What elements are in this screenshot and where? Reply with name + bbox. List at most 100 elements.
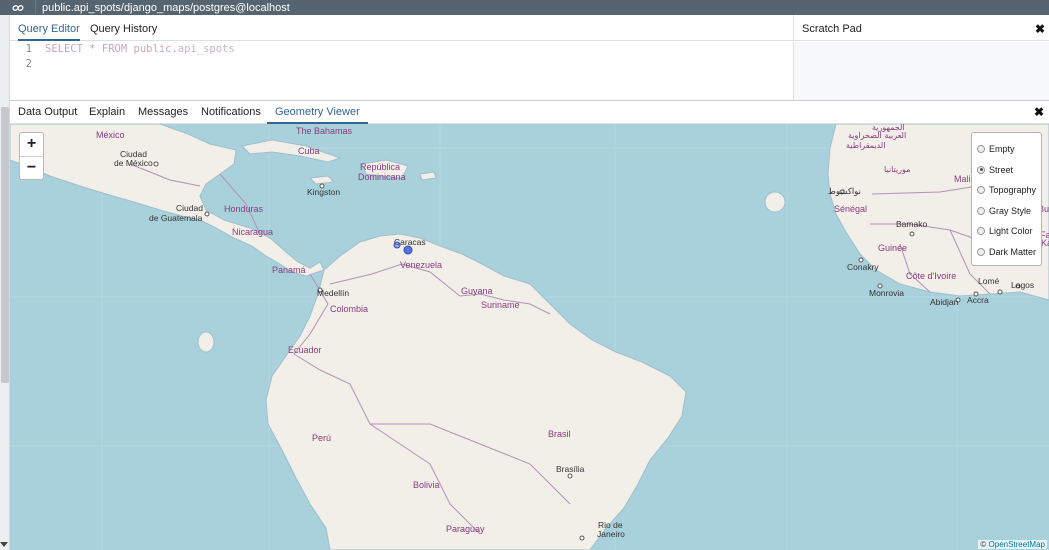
map-attribution: © OpenStreetMap xyxy=(978,540,1047,549)
map-label: República xyxy=(360,162,400,172)
geometry-point-marker[interactable] xyxy=(403,245,413,255)
map-label: Conakry xyxy=(847,262,879,272)
openstreetmap-link[interactable]: OpenStreetMap xyxy=(989,540,1045,549)
geometry-point-marker[interactable] xyxy=(393,241,401,249)
tab-query-editor[interactable]: Query Editor xyxy=(18,15,80,41)
map-label: Ciudad xyxy=(176,203,203,213)
layer-label: Street xyxy=(989,164,1014,175)
code-area[interactable]: SELECT * FROM public.api_spots xyxy=(45,42,235,72)
zoom-out-button[interactable]: − xyxy=(20,156,43,179)
zoom-control: + − xyxy=(19,132,44,180)
sql-operator: * xyxy=(82,43,102,55)
map-label: Medellín xyxy=(317,288,349,298)
map-label: Cuba xyxy=(298,146,320,156)
map-label: Ka xyxy=(1041,238,1049,248)
map-label: Panamá xyxy=(272,265,306,275)
sql-schema: public xyxy=(133,43,172,55)
sql-keyword: FROM xyxy=(101,43,128,55)
map-label: Paraguay xyxy=(446,524,485,534)
layer-label: Light Color xyxy=(989,226,1033,237)
close-icon[interactable]: ✖ xyxy=(1034,105,1044,119)
map-label: México xyxy=(96,130,125,140)
layer-option-topography[interactable]: Topography xyxy=(972,180,1041,201)
radio-icon[interactable] xyxy=(977,247,985,256)
link-icon[interactable] xyxy=(0,0,36,15)
map-label: Guinée xyxy=(878,243,907,253)
code-line-2[interactable] xyxy=(45,57,235,72)
sql-editor[interactable]: 1 2 SELECT * FROM public.api_spots xyxy=(10,42,793,100)
land-island xyxy=(764,191,786,213)
layer-label: Dark Matter xyxy=(989,246,1037,257)
map-label: Lagos xyxy=(1011,280,1034,290)
scrollbar-thumb[interactable] xyxy=(1,107,9,383)
layer-label: Gray Style xyxy=(989,205,1032,216)
tab-explain[interactable]: Explain xyxy=(89,101,125,124)
map-label: نواكشوط xyxy=(828,186,861,197)
layer-option-gray-style[interactable]: Gray Style xyxy=(972,201,1041,222)
window-title: public.api_spots/django_maps/postgres@lo… xyxy=(42,1,290,14)
map-label: de México xyxy=(114,158,153,168)
map-label: Venezuela xyxy=(400,260,442,270)
line-number: 1 xyxy=(25,43,32,55)
land-puerto-rico xyxy=(419,171,437,181)
map-label: The Bahamas xyxy=(296,126,353,136)
map-tiles: The Bahamas México Ciudad de México Cuba… xyxy=(10,124,1049,550)
scratch-pad-body[interactable] xyxy=(793,42,1049,100)
tab-data-output[interactable]: Data Output xyxy=(18,101,77,124)
land-cuba xyxy=(240,139,342,163)
close-icon[interactable]: ✖ xyxy=(1035,22,1045,36)
map-label: الديمقراطية xyxy=(846,141,885,150)
tab-query-history[interactable]: Query History xyxy=(90,15,157,41)
line-gutter: 1 2 xyxy=(10,42,38,100)
basemap-layer-control: Empty Street Topography Gray Style Light… xyxy=(971,132,1042,266)
sql-keyword: SELECT xyxy=(45,43,83,55)
map-label: العربية الصحراوية xyxy=(848,131,906,140)
scroll-down-arrow-icon[interactable] xyxy=(0,542,8,547)
map-label: Bamako xyxy=(896,219,927,229)
editor-tabbar: Query Editor Query History xyxy=(10,15,793,41)
layer-option-dark-matter[interactable]: Dark Matter xyxy=(972,242,1041,263)
map-label: Perú xyxy=(312,433,331,443)
zoom-in-button[interactable]: + xyxy=(20,133,43,156)
map-label: Ecuador xyxy=(288,345,322,355)
radio-checked-icon[interactable] xyxy=(977,165,985,174)
map-label: Monrovia xyxy=(869,288,904,298)
tab-messages[interactable]: Messages xyxy=(138,101,188,124)
map-label: Brasil xyxy=(548,429,571,439)
map-label: Côte d'Ivoire xyxy=(906,271,956,281)
radio-icon[interactable] xyxy=(977,206,985,215)
map-label: Kingston xyxy=(307,187,340,197)
radio-icon[interactable] xyxy=(977,186,985,195)
map-label: Bolivia xyxy=(413,480,440,490)
radio-icon[interactable] xyxy=(977,227,985,236)
layer-option-empty[interactable]: Empty xyxy=(972,139,1041,160)
code-line-1[interactable]: SELECT * FROM public.api_spots xyxy=(45,42,235,57)
attribution-prefix: © xyxy=(980,540,989,549)
map-label: موريتانيا xyxy=(884,165,910,174)
map-label: Lomé xyxy=(978,276,1000,286)
layer-option-light-color[interactable]: Light Color xyxy=(972,221,1041,242)
land-island xyxy=(197,331,215,353)
tab-geometry-viewer[interactable]: Geometry Viewer xyxy=(267,101,368,124)
map-label: Mali xyxy=(954,174,971,184)
map-label: Suriname xyxy=(481,300,520,310)
map-label: Accra xyxy=(967,295,989,305)
line-number: 2 xyxy=(25,58,32,70)
map-label: Dominicana xyxy=(358,172,406,182)
map-label: Guyana xyxy=(461,286,493,296)
geometry-map[interactable]: The Bahamas México Ciudad de México Cuba… xyxy=(10,124,1049,550)
tab-notifications[interactable]: Notifications xyxy=(201,101,261,124)
left-scrollbar[interactable] xyxy=(0,15,10,550)
window-titlebar: public.api_spots/django_maps/postgres@lo… xyxy=(0,0,1049,15)
radio-icon[interactable] xyxy=(977,145,985,154)
layer-label: Topography xyxy=(989,185,1037,196)
map-label: Sénégal xyxy=(834,204,867,214)
map-label: de Guatemala xyxy=(149,213,203,223)
scratch-pad-title: Scratch Pad xyxy=(802,23,862,35)
output-tabbar: Data Output Explain Messages Notificatio… xyxy=(10,101,1049,124)
land-jamaica xyxy=(308,175,336,185)
map-label: Brasília xyxy=(556,464,585,474)
map-label: Nicaragua xyxy=(232,227,273,237)
layer-option-street[interactable]: Street xyxy=(972,160,1041,181)
sql-table: api_spots xyxy=(177,43,235,55)
